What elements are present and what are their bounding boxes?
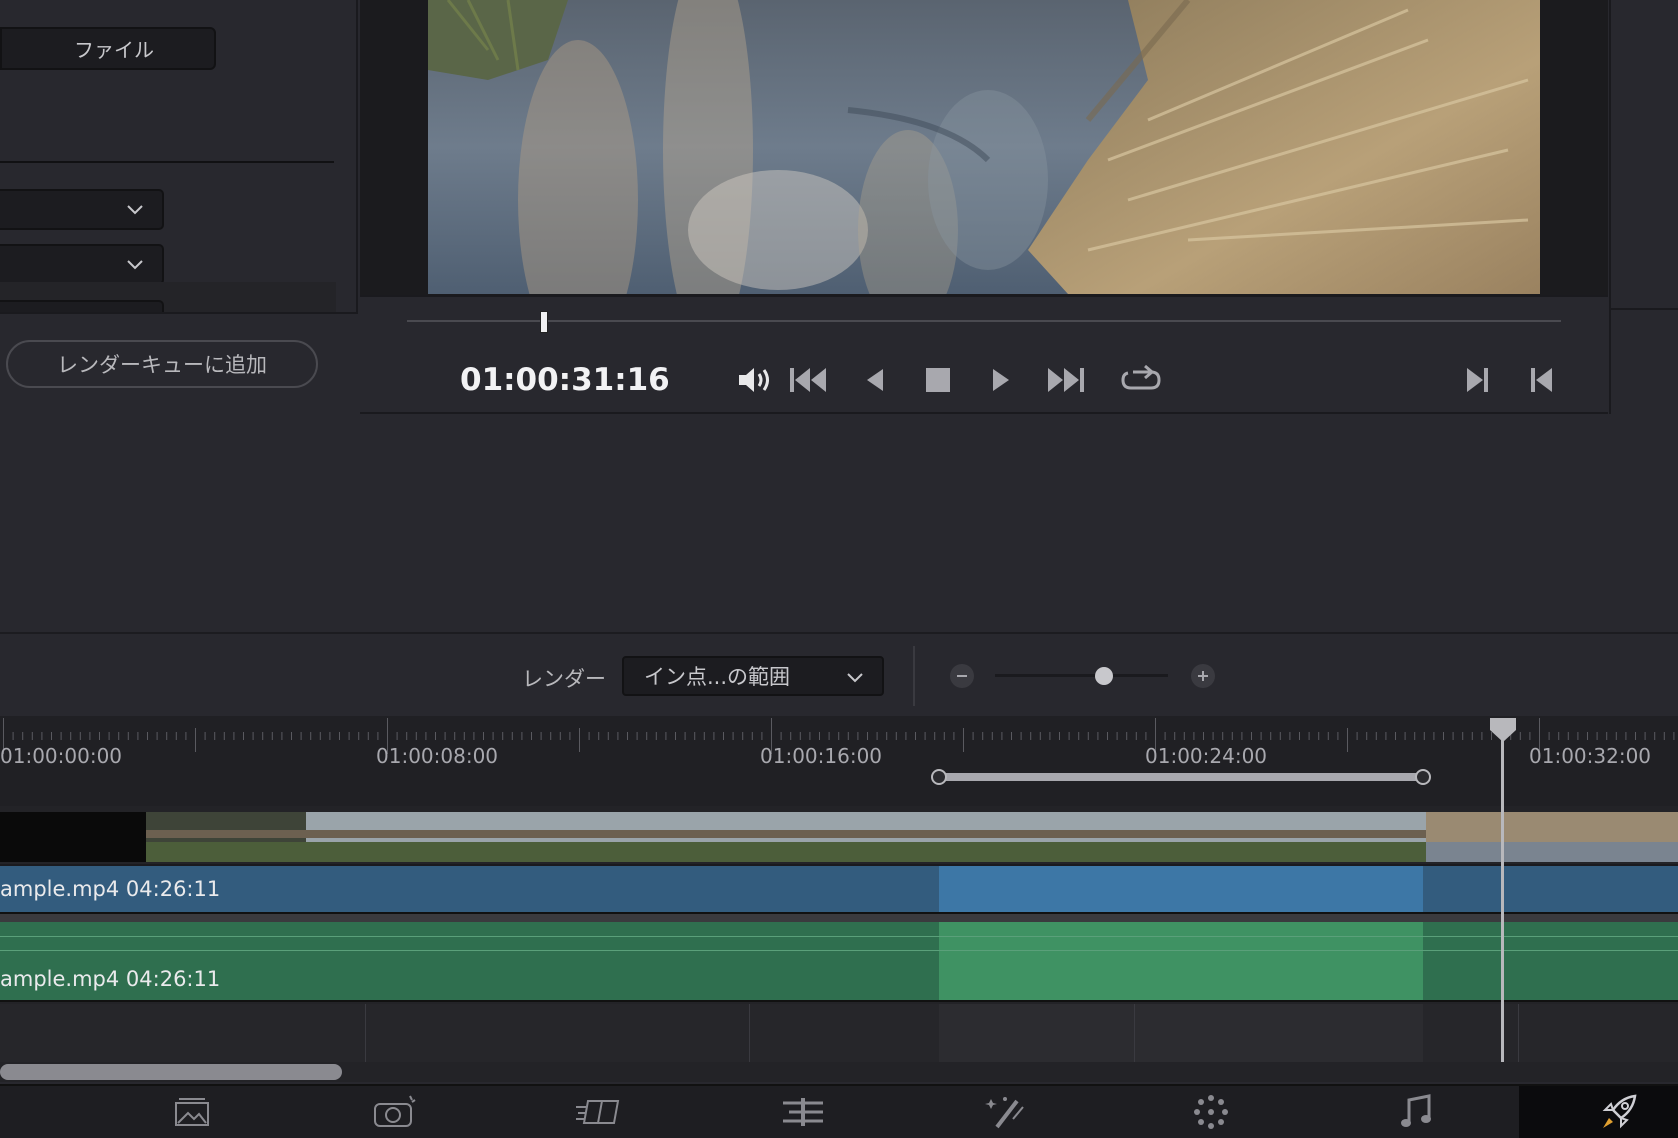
out-point-handle[interactable]: [1415, 769, 1431, 785]
volume-button[interactable]: [733, 362, 777, 398]
cut-page-icon: [374, 1095, 416, 1127]
right-panel-edge: [1609, 0, 1678, 414]
stop-button[interactable]: [916, 362, 960, 398]
prev-edit-button[interactable]: [1520, 362, 1564, 398]
stop-icon: [926, 368, 950, 392]
zoom-out-button[interactable]: [950, 664, 974, 688]
deliver-page-button[interactable]: [1589, 1086, 1649, 1138]
empty-track: [1423, 1004, 1678, 1062]
minus-icon: [957, 675, 967, 677]
zoom-slider-track[interactable]: [995, 674, 1168, 677]
cut-page-button[interactable]: [365, 1086, 425, 1138]
grid-line: [749, 1004, 750, 1062]
settings-dropdown-3[interactable]: [0, 300, 164, 312]
in-out-range-bar[interactable]: [938, 773, 1423, 781]
media-page-icon: [175, 1098, 209, 1126]
media-page-button[interactable]: [162, 1086, 222, 1138]
jump-to-start-icon: [790, 368, 826, 392]
scrubber-track[interactable]: [407, 320, 1561, 322]
edit-page-button[interactable]: [569, 1086, 629, 1138]
empty-track-in-out-region: [939, 1004, 1423, 1062]
settings-dropdown-1[interactable]: [0, 189, 164, 230]
add-to-render-queue-button[interactable]: レンダーキューに追加: [6, 340, 318, 388]
timecode-display: 01:00:31:16: [460, 362, 670, 398]
render-range-select[interactable]: イン点...の範囲: [622, 656, 884, 696]
chevron-down-icon: [847, 673, 863, 683]
chevron-down-icon: [127, 260, 143, 270]
play-reverse-icon: [867, 369, 883, 391]
viewer-frame-image: [428, 0, 1540, 294]
fusion-page-button[interactable]: [773, 1086, 833, 1138]
playhead-line[interactable]: [1501, 732, 1504, 1062]
next-edit-icon: [1467, 368, 1488, 392]
loop-button[interactable]: [1119, 362, 1163, 398]
divider: [0, 161, 334, 163]
file-tab[interactable]: ファイル: [0, 27, 216, 70]
empty-panel-area: [0, 416, 1678, 634]
music-note-icon: [1401, 1094, 1431, 1127]
scrubber-handle[interactable]: [540, 311, 548, 333]
horizontal-scrollbar-thumb[interactable]: [0, 1064, 342, 1080]
divider: [913, 646, 915, 706]
color-page-icon: [985, 1097, 1024, 1129]
grid-line: [1518, 1004, 1519, 1062]
divider: [1609, 308, 1678, 310]
ruler-timecode: 01:00:32:00: [1529, 744, 1652, 768]
volume-icon: [739, 368, 769, 392]
settings-dropdown-2[interactable]: [0, 244, 164, 285]
prev-edit-icon: [1531, 368, 1552, 392]
zoom-in-button[interactable]: [1191, 664, 1215, 688]
empty-track: [0, 1004, 939, 1062]
video-clip-in-out-region: [939, 866, 1423, 912]
music-page-button[interactable]: [1386, 1086, 1446, 1138]
color-page-button[interactable]: [977, 1086, 1037, 1138]
ruler-timecode: 01:00:08:00: [376, 744, 499, 768]
zoom-slider-handle[interactable]: [1095, 667, 1113, 685]
plus-icon: [1198, 671, 1208, 681]
video-clip-label: ample.mp4 04:26:11: [0, 877, 221, 901]
ruler-timecode: 01:00:00:00: [0, 744, 123, 768]
fairlight-page-button[interactable]: [1181, 1086, 1241, 1138]
fusion-page-icon: [783, 1098, 823, 1126]
grid-line: [1134, 1004, 1135, 1062]
fairlight-page-icon: [1194, 1095, 1228, 1129]
next-edit-button[interactable]: [1455, 362, 1499, 398]
playhead-handle[interactable]: [1488, 716, 1518, 742]
ruler-timecode: 01:00:24:00: [1145, 744, 1268, 768]
play-icon: [993, 369, 1009, 391]
video-thumbnail-strip: [0, 812, 1678, 862]
render-range-label: レンダー: [522, 667, 606, 691]
render-range-value: イン点...の範囲: [644, 665, 791, 689]
jump-to-end-button[interactable]: [1043, 362, 1087, 398]
loop-icon: [1121, 364, 1161, 390]
play-reverse-button[interactable]: [853, 362, 897, 398]
deliver-page-icon: [1602, 1094, 1637, 1129]
in-point-handle[interactable]: [931, 769, 947, 785]
jump-to-start-button[interactable]: [787, 362, 831, 398]
audio-waveform: [0, 936, 1678, 951]
grid-line: [365, 1004, 366, 1062]
video-clip[interactable]: [0, 864, 1678, 914]
ruler-timecode: 01:00:16:00: [760, 744, 883, 768]
edit-page-icon: [576, 1100, 620, 1124]
audio-clip-label: ample.mp4 04:26:11: [0, 967, 221, 991]
thumbnail-frames: [0, 812, 1678, 862]
chevron-down-icon: [127, 205, 143, 215]
jump-to-end-icon: [1048, 368, 1084, 392]
play-button[interactable]: [979, 362, 1023, 398]
